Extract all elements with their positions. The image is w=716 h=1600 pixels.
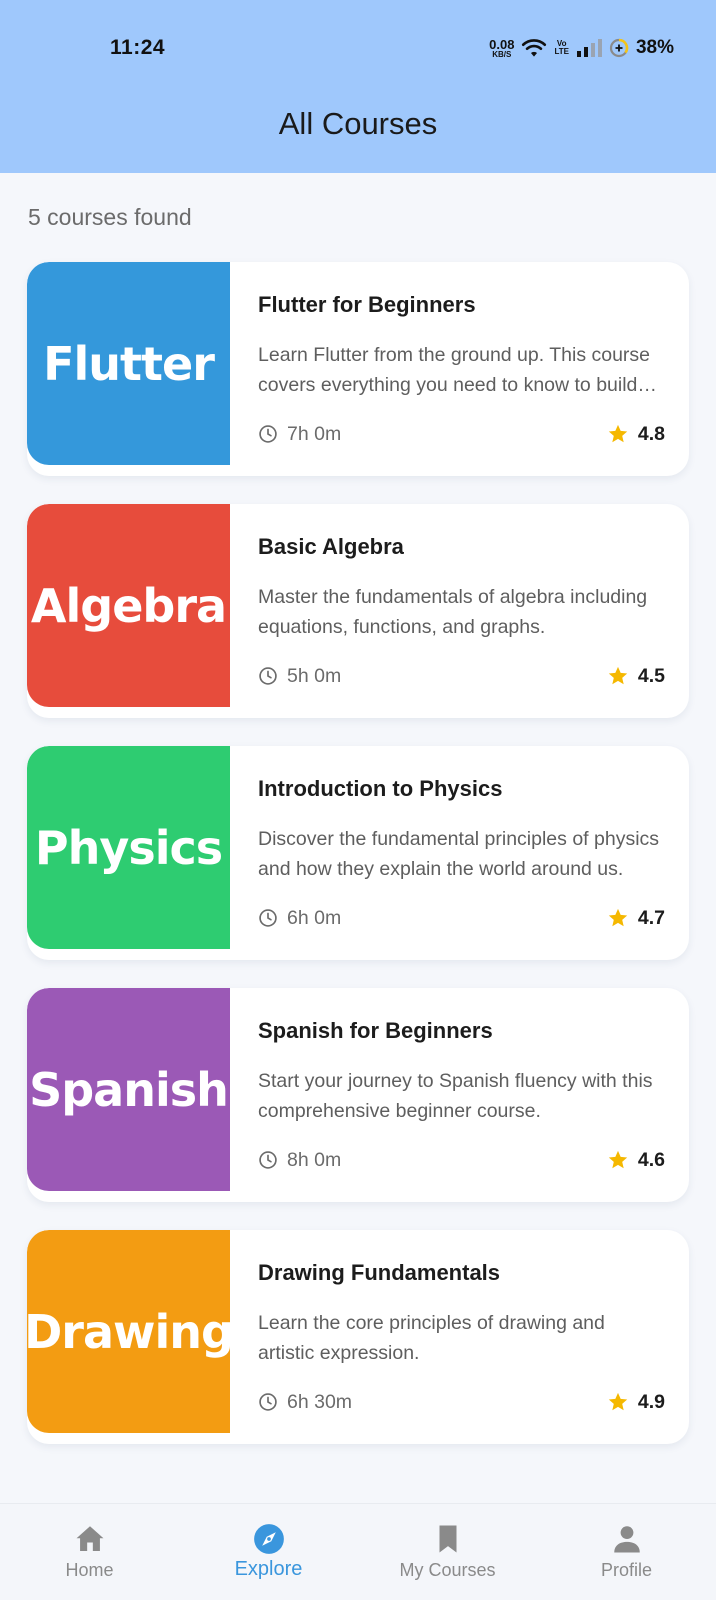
- course-info: Drawing Fundamentals Learn the core prin…: [258, 1230, 665, 1444]
- bookmark-icon: [439, 1525, 456, 1553]
- course-thumbnail: Flutter: [27, 262, 230, 465]
- course-list: Flutter Flutter for Beginners Learn Flut…: [27, 262, 689, 1472]
- star-icon: [608, 666, 628, 685]
- clock-icon: [259, 1151, 277, 1169]
- course-rating: 4.6: [607, 1149, 665, 1172]
- star-icon: [608, 424, 628, 443]
- status-time: 11:24: [110, 36, 166, 59]
- nav-home[interactable]: Home: [0, 1504, 179, 1600]
- star-icon: [608, 1150, 628, 1169]
- course-rating: 4.8: [607, 423, 665, 446]
- thumbnail-label: Flutter: [43, 336, 215, 391]
- nav-explore-label: Explore: [234, 1558, 303, 1580]
- volte-indicator: Vo LTE: [554, 39, 569, 56]
- clock-icon: [259, 667, 277, 685]
- clock-icon: [259, 1393, 277, 1411]
- nav-home-label: Home: [65, 1560, 114, 1580]
- course-card[interactable]: Algebra Basic Algebra Master the fundame…: [27, 504, 689, 718]
- battery-percent: 38%: [635, 37, 674, 58]
- course-duration: 5h 0m: [287, 664, 342, 687]
- course-thumbnail: Spanish: [27, 988, 230, 1191]
- star-icon: [608, 908, 628, 927]
- status-icons: 0.08 KB/S Vo LTE 38%: [489, 34, 674, 62]
- course-title: Basic Algebra: [258, 534, 404, 559]
- course-duration: 7h 0m: [287, 422, 342, 445]
- course-thumbnail: Drawing: [27, 1230, 234, 1433]
- course-title: Drawing Fundamentals: [258, 1260, 501, 1285]
- signal-icon: [576, 39, 602, 57]
- nav-profile-label: Profile: [600, 1560, 653, 1580]
- course-rating: 4.7: [607, 907, 665, 930]
- course-duration: 8h 0m: [287, 1148, 342, 1171]
- clock-icon: [259, 425, 277, 443]
- star-icon: [608, 1392, 628, 1411]
- course-card[interactable]: Physics Introduction to Physics Discover…: [27, 746, 689, 960]
- app-bar: 11:24 0.08 KB/S Vo LTE 38% All Courses: [0, 0, 716, 173]
- course-info: Flutter for Beginners Learn Flutter from…: [258, 262, 665, 476]
- course-card[interactable]: Flutter Flutter for Beginners Learn Flut…: [27, 262, 689, 476]
- nav-profile[interactable]: Profile: [537, 1504, 716, 1600]
- nav-my-courses[interactable]: My Courses: [358, 1504, 537, 1600]
- rating-value: 4.7: [637, 906, 665, 929]
- course-duration: 6h 30m: [287, 1390, 353, 1413]
- course-title: Spanish for Beginners: [258, 1018, 493, 1043]
- course-rating: 4.5: [607, 665, 665, 688]
- network-speed: 0.08 KB/S: [489, 36, 515, 59]
- compass-icon: [253, 1524, 284, 1554]
- course-info: Spanish for Beginners Start your journey…: [258, 988, 665, 1202]
- course-description: Learn the core principles of drawing and…: [258, 1312, 605, 1364]
- course-title: Flutter for Beginners: [258, 292, 476, 317]
- course-info: Basic Algebra Master the fundamentals of…: [258, 504, 665, 718]
- wifi-icon: [522, 39, 547, 57]
- course-duration: 6h 0m: [287, 906, 342, 929]
- page-title: All Courses: [278, 106, 438, 141]
- course-description: Discover the fundamental principles of p…: [258, 828, 660, 880]
- course-card[interactable]: Spanish Spanish for Beginners Start your…: [27, 988, 689, 1202]
- rating-value: 4.9: [637, 1390, 665, 1413]
- thumbnail-label: Algebra: [30, 578, 227, 633]
- course-thumbnail: Physics: [27, 746, 230, 949]
- clock-icon: [259, 909, 277, 927]
- course-info: Introduction to Physics Discover the fun…: [258, 746, 665, 960]
- course-description: Learn Flutter from the ground up. This c…: [258, 344, 651, 396]
- course-rating: 4.9: [607, 1391, 665, 1414]
- home-icon: [76, 1526, 103, 1552]
- nav-explore[interactable]: Explore: [179, 1504, 358, 1600]
- course-meta: 7h 0m 4.8: [258, 422, 665, 446]
- course-description: Master the fundamentals of algebra inclu…: [258, 586, 648, 638]
- thumbnail-label: Spanish: [29, 1062, 229, 1117]
- course-meta: 5h 0m 4.5: [258, 664, 665, 688]
- thumbnail-label: Physics: [34, 820, 223, 875]
- course-meta: 6h 0m 4.7: [258, 906, 665, 930]
- course-description: Start your journey to Spanish fluency wi…: [258, 1070, 653, 1122]
- bottom-navigation: Home Explore My Courses Profile: [0, 1503, 716, 1600]
- nav-my-courses-label: My Courses: [399, 1560, 496, 1580]
- course-meta: 8h 0m 4.6: [258, 1148, 665, 1172]
- rating-value: 4.8: [637, 422, 665, 445]
- battery-saver-icon: [609, 38, 629, 58]
- course-card[interactable]: Drawing Drawing Fundamentals Learn the c…: [27, 1230, 689, 1444]
- thumbnail-label: Drawing: [27, 1304, 234, 1359]
- rating-value: 4.6: [637, 1148, 665, 1171]
- person-icon: [613, 1526, 640, 1553]
- rating-value: 4.5: [637, 664, 665, 687]
- course-title: Introduction to Physics: [258, 776, 503, 801]
- results-count: 5 courses found: [28, 204, 192, 230]
- course-meta: 6h 30m 4.9: [258, 1390, 665, 1414]
- course-thumbnail: Algebra: [27, 504, 230, 707]
